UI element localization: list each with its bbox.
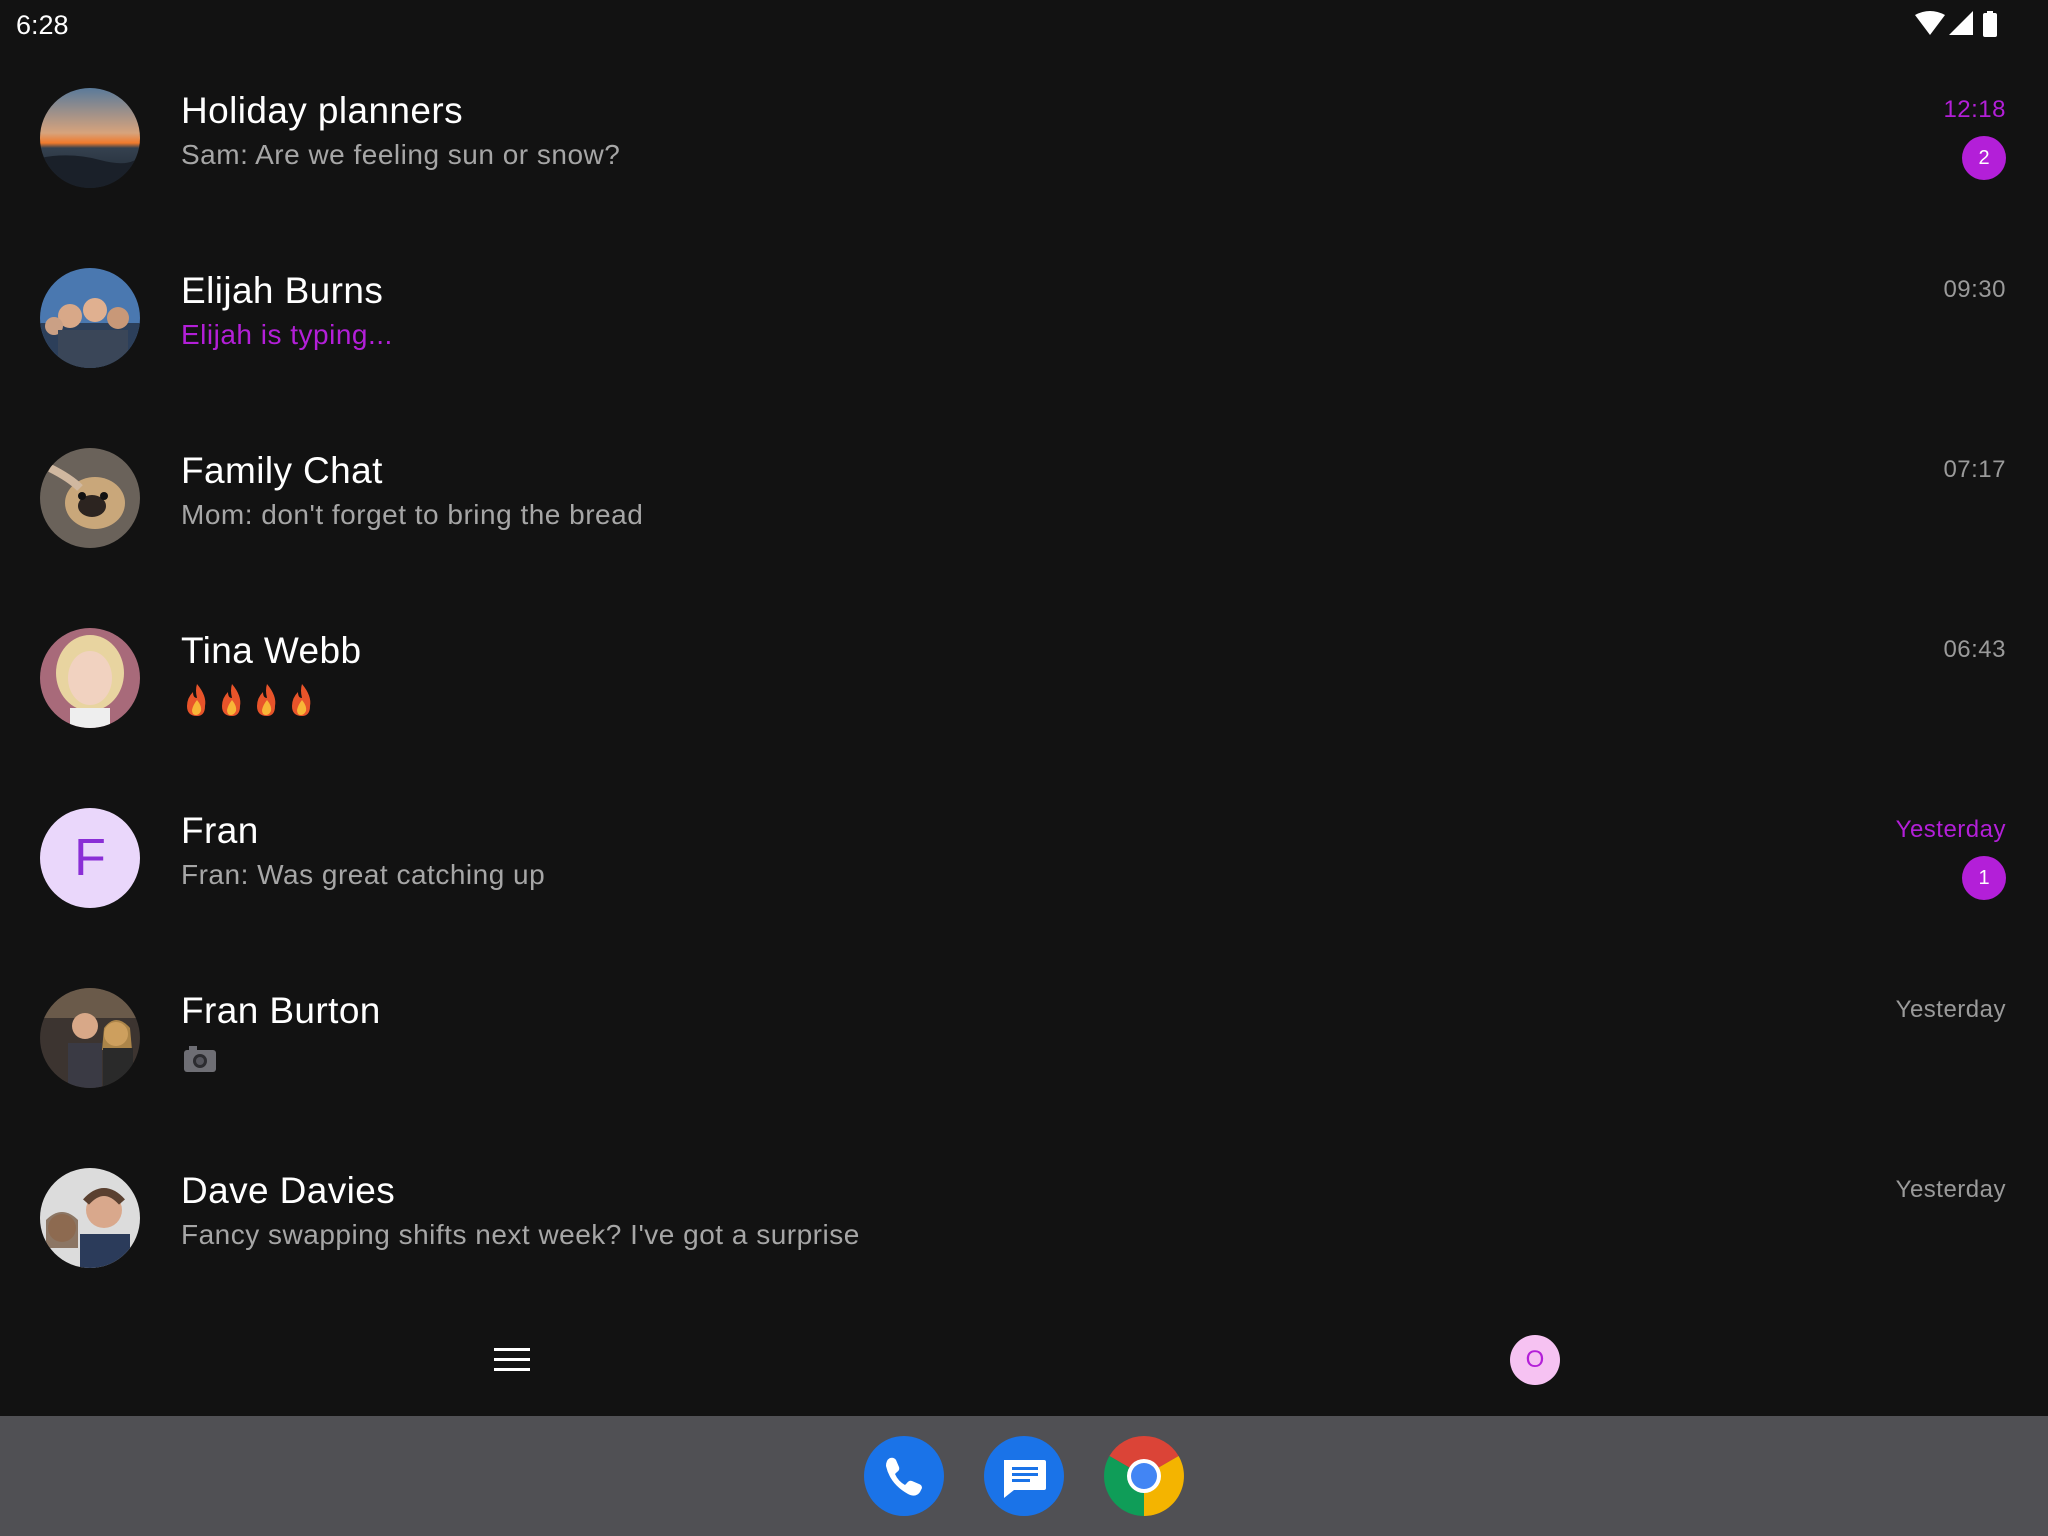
fire-emoji xyxy=(292,684,311,716)
profile-button[interactable]: O xyxy=(1510,1335,1560,1385)
conversation-preview: Sam: Are we feeling sun or snow? xyxy=(181,139,621,170)
status-icons xyxy=(1915,11,1997,37)
conversation-row[interactable]: Tina Webb 06:43 xyxy=(0,590,2048,770)
conversation-row[interactable]: Family Chat Mom: don't forget to bring t… xyxy=(0,410,2048,590)
conversation-row[interactable]: Holiday planners Sam: Are we feeling sun… xyxy=(0,50,2048,230)
conversation-name: Elijah Burns xyxy=(181,270,384,311)
conversation-row[interactable]: F Fran Fran: Was great catching up Yeste… xyxy=(0,770,2048,950)
conversation-row[interactable]: Dave Davies Fancy swapping shifts next w… xyxy=(0,1130,2048,1310)
conversation-name: Fran Burton xyxy=(181,990,381,1031)
conversation-preview: Mom: don't forget to bring the bread xyxy=(181,499,644,530)
conversation-name: Holiday planners xyxy=(181,90,464,131)
chrome-app-icon[interactable] xyxy=(1104,1436,1184,1516)
conversation-preview: Fran: Was great catching up xyxy=(181,859,546,890)
avatar-woman-portrait-photo xyxy=(40,628,140,728)
conversation-name: Dave Davies xyxy=(181,1170,396,1211)
signal-icon xyxy=(1949,11,1973,35)
messages-app-icon[interactable] xyxy=(984,1436,1064,1516)
app-dock xyxy=(0,1416,2048,1536)
status-time: 6:28 xyxy=(16,10,69,40)
unread-badge: 1 xyxy=(1962,856,2006,900)
fire-emoji xyxy=(222,684,241,716)
conversation-time: 09:30 xyxy=(1943,276,2006,303)
wifi-icon xyxy=(1915,11,1945,35)
conversation-time: Yesterday xyxy=(1895,816,2006,843)
fire-emoji-row xyxy=(187,684,311,716)
conversation-name: Fran xyxy=(181,810,259,851)
hamburger-menu-icon[interactable] xyxy=(484,1340,540,1380)
bottom-app-bar: O xyxy=(0,1300,2048,1416)
conversation-row[interactable]: Fran Burton Yesterday xyxy=(0,950,2048,1130)
avatar-sunset-photo xyxy=(40,88,140,188)
fire-emoji xyxy=(187,684,206,716)
status-bar: 6:28 xyxy=(0,0,2048,50)
conversation-name: Family Chat xyxy=(181,450,383,491)
avatar-pug-dog-photo xyxy=(40,448,140,548)
typing-indicator: Elijah is typing... xyxy=(181,319,393,350)
conversation-time: 06:43 xyxy=(1943,636,2006,663)
conversation-time: Yesterday xyxy=(1895,1176,2006,1203)
battery-icon xyxy=(1983,13,1997,37)
avatar-couple-photo xyxy=(40,988,140,1088)
unread-badge: 2 xyxy=(1962,136,2006,180)
conversation-time: 12:18 xyxy=(1943,96,2006,123)
conversation-time: Yesterday xyxy=(1895,996,2006,1023)
conversation-row[interactable]: Elijah Burns Elijah is typing... 09:30 xyxy=(0,230,2048,410)
conversation-time: 07:17 xyxy=(1943,456,2006,483)
avatar-couple-selfie-photo xyxy=(40,1168,140,1268)
fire-emoji xyxy=(257,684,276,716)
conversation-name: Tina Webb xyxy=(181,630,362,671)
avatar-group-selfie-photo xyxy=(40,268,140,368)
phone-app-icon[interactable] xyxy=(864,1436,944,1516)
conversation-preview: Fancy swapping shifts next week? I've go… xyxy=(181,1219,860,1250)
camera-emoji xyxy=(184,1046,216,1072)
letter-avatar: F xyxy=(40,808,140,908)
